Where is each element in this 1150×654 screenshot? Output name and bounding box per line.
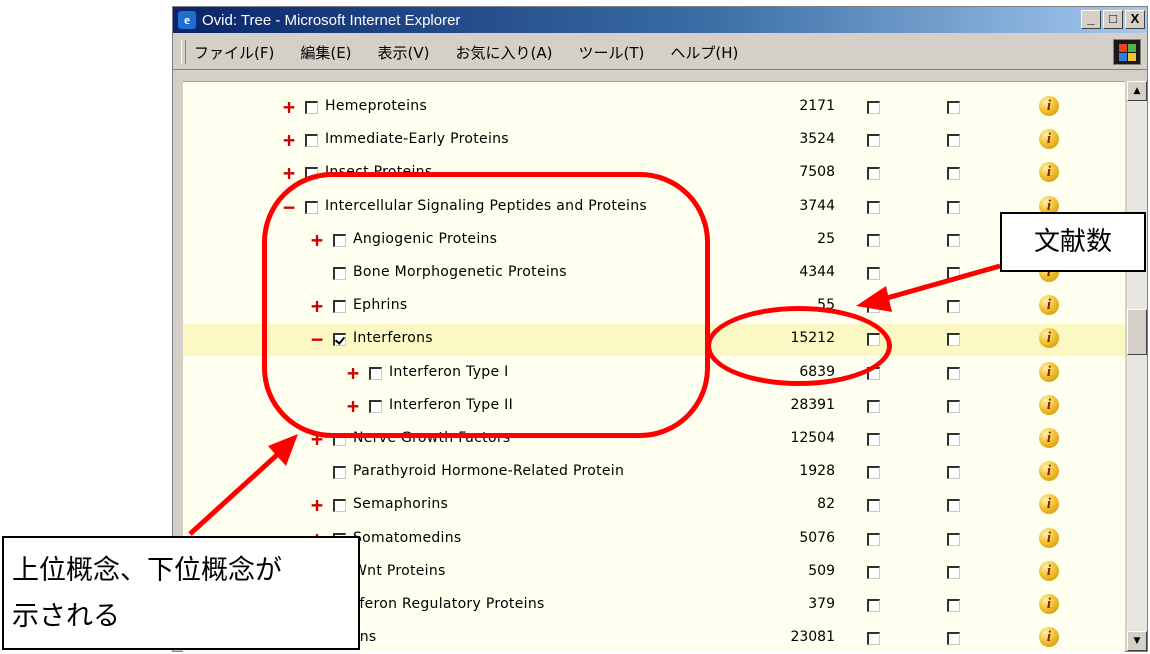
count-arrow-head [856, 286, 892, 312]
hierarchy-callout-line1: 上位概念、下位概念が [12, 555, 282, 586]
count-callout: 文献数 [1000, 212, 1146, 272]
hierarchy-callout-line2: 示される [12, 601, 120, 632]
hierarchy-callout: 上位概念、下位概念が 示される [2, 536, 360, 650]
count-arrow [879, 263, 1001, 303]
count-callout-text: 文献数 [1033, 227, 1112, 257]
hierarchy-arrow [188, 452, 280, 536]
